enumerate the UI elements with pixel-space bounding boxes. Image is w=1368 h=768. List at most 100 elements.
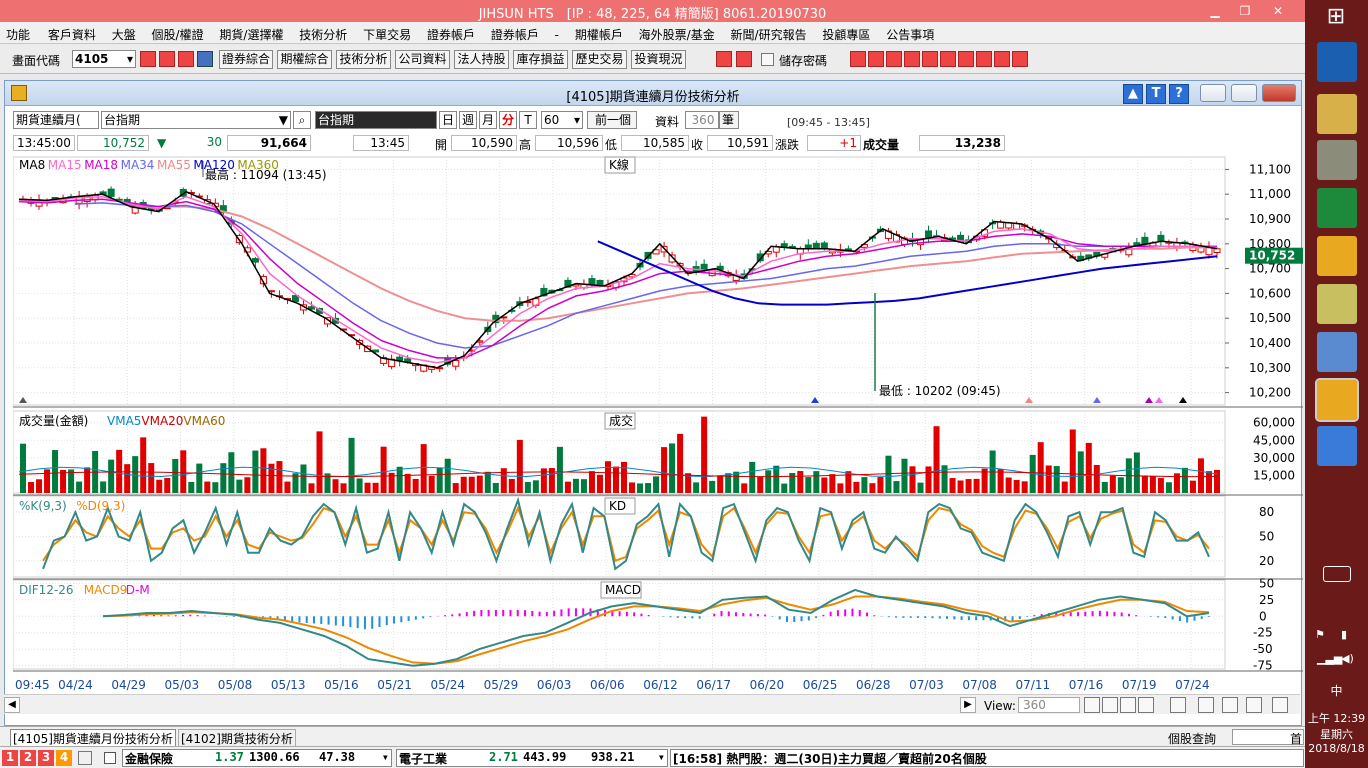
up-icon[interactable]: ▲ [1123, 84, 1143, 104]
inner-restore-button[interactable] [1231, 84, 1257, 102]
inner-close-button[interactable] [1262, 84, 1296, 102]
inner-minimize-button[interactable] [1200, 84, 1226, 102]
jihsun-active-icon[interactable] [1315, 378, 1359, 422]
t-icon[interactable]: T [1146, 84, 1166, 104]
period-minute-button[interactable]: 分 [499, 111, 517, 129]
view-input[interactable]: 360 [1018, 697, 1080, 713]
close-button[interactable]: ✕ [1268, 2, 1288, 20]
menu-item[interactable]: 證券帳戶 [415, 22, 475, 43]
menu-item[interactable]: 期權帳戶 [563, 22, 623, 43]
tool-icon-8[interactable] [976, 51, 992, 67]
tool-icon-7[interactable] [958, 51, 974, 67]
tool-icon-9[interactable] [994, 51, 1010, 67]
draw-icon[interactable] [1246, 697, 1262, 713]
signal-icon[interactable]: ▁▃▅ [1317, 652, 1342, 668]
toolbar-button[interactable]: 法人持股 [454, 50, 509, 69]
period-month-button[interactable]: 月 [479, 111, 497, 129]
menu-item[interactable]: 客戶資料 [34, 22, 96, 43]
save-password-checkbox[interactable] [761, 53, 774, 66]
sticky-notes-icon[interactable] [1317, 284, 1357, 324]
security-shield-icon[interactable] [1317, 426, 1357, 466]
ie-icon[interactable] [1317, 42, 1357, 82]
toolbar-button[interactable]: 投資現況 [631, 50, 686, 69]
menu-item[interactable]: 下單交易 [351, 22, 411, 43]
prev-button[interactable]: 前一個 [587, 111, 637, 129]
paint-icon[interactable] [1317, 332, 1357, 372]
tool-icon-6[interactable] [940, 51, 956, 67]
minimize-button[interactable]: ▁ [1205, 2, 1225, 20]
back-icon[interactable] [716, 51, 732, 67]
panel-2-button[interactable]: 2 [20, 750, 36, 766]
period-week-button[interactable]: 週 [459, 111, 477, 129]
tool-icon-10[interactable] [1012, 51, 1028, 67]
menu-item[interactable]: 大盤 [100, 22, 136, 43]
app-icon[interactable] [1317, 140, 1357, 180]
stock-query-first-button[interactable]: 首 [1290, 730, 1302, 747]
dropdown-icon[interactable] [197, 51, 213, 67]
menu-item[interactable]: 功能 [0, 22, 30, 43]
settings-icon[interactable] [1272, 697, 1288, 713]
period-tick-button[interactable]: T [519, 111, 537, 129]
search-icon[interactable] [140, 51, 156, 67]
file-explorer-icon[interactable] [1317, 94, 1357, 134]
pan-icon[interactable] [1138, 697, 1154, 713]
keyboard-icon[interactable] [1323, 566, 1351, 582]
panel-3-button[interactable]: 3 [38, 750, 54, 766]
volume-icon[interactable]: ◀) [1341, 652, 1357, 668]
copy-icon[interactable] [1198, 697, 1214, 713]
toolbar-button[interactable]: 庫存損益 [513, 50, 568, 69]
menu-item[interactable]: 新聞/研究報告 [719, 22, 807, 43]
reset-icon[interactable] [1120, 697, 1136, 713]
data-count-input[interactable]: 360 [685, 111, 719, 129]
search-icon[interactable]: ⌕ [293, 111, 311, 129]
stock-query-input[interactable]: 首 [1232, 729, 1304, 747]
product-input[interactable]: 台指期 ▼ [101, 111, 291, 129]
ticker-2[interactable]: 電子工業 2.71 443.99 938.21 ▾ [396, 749, 668, 767]
flag-icon[interactable]: ⚑ [1315, 628, 1331, 644]
technical-chart[interactable]: 09:45 04/24 04/29 05/03 05/08 05/13 05/16 05/21… [13, 153, 1303, 699]
tool-icon-2[interactable] [868, 51, 884, 67]
scroll-left-icon[interactable]: ◀ [4, 697, 20, 713]
toolbar-button[interactable]: 技術分析 [336, 50, 391, 69]
store-icon[interactable] [1317, 188, 1357, 228]
ticker-1[interactable]: 金融保險 1.37 1300.66 47.38 ▾ [122, 749, 392, 767]
code-input[interactable]: 4105 ▾ [72, 50, 136, 68]
tool-icon-5[interactable] [922, 51, 938, 67]
product-select[interactable]: 期貨連續月( [13, 111, 99, 129]
menu-item[interactable]: 個股/權證 [140, 22, 204, 43]
period-day-button[interactable]: 日 [439, 111, 457, 129]
toolbar-button[interactable]: 期權綜合 [277, 50, 332, 69]
period-select[interactable]: 60 ▾ [541, 111, 583, 129]
lock-icon[interactable] [78, 751, 92, 765]
menu-item[interactable]: 期貨/選擇權 [207, 22, 283, 43]
menu-item[interactable]: 公告事項 [874, 22, 934, 43]
tool-icon-4[interactable] [904, 51, 920, 67]
print-icon[interactable] [1222, 697, 1238, 713]
start-windows-icon[interactable]: ⊞ [1321, 4, 1351, 34]
battery-icon[interactable]: ▮ [1341, 628, 1357, 644]
forward-icon[interactable] [736, 51, 752, 67]
window-icon[interactable] [159, 51, 175, 67]
menu-item[interactable]: 海外股票/基金 [627, 22, 715, 43]
panel-1-button[interactable]: 1 [2, 750, 18, 766]
zoom-out-icon[interactable] [1102, 697, 1118, 713]
scroll-right-icon[interactable]: ▶ [960, 697, 976, 713]
tool-icon-1[interactable] [850, 51, 866, 67]
panel-4-button[interactable]: 4 [56, 750, 72, 766]
tool-icon-3[interactable] [886, 51, 902, 67]
help-icon[interactable]: ? [1169, 84, 1189, 104]
indicator-icon[interactable] [1170, 697, 1186, 713]
ime-indicator[interactable]: 中 [1305, 682, 1368, 699]
toolbar-button[interactable]: 歷史交易 [572, 50, 627, 69]
menu-item[interactable]: - [543, 24, 559, 42]
zoom-in-icon[interactable] [1084, 697, 1100, 713]
jihsun-icon[interactable] [1317, 236, 1357, 276]
chart-icon[interactable] [178, 51, 194, 67]
menu-item[interactable]: 投顧專區 [810, 22, 870, 43]
menu-item[interactable]: 技術分析 [287, 22, 347, 43]
toolbar-button[interactable]: 證券綜合 [219, 50, 273, 69]
menu-item[interactable]: 證券帳戶 [479, 22, 539, 43]
chart-scrollbar[interactable]: ◀ ▶ View: 360 [4, 694, 1300, 714]
news-ticker[interactable]: [16:58] 熱門股：週二(30日)主力買超／賣超前20名個股 [670, 749, 1304, 767]
toolbar-button[interactable]: 公司資料 [395, 50, 450, 69]
